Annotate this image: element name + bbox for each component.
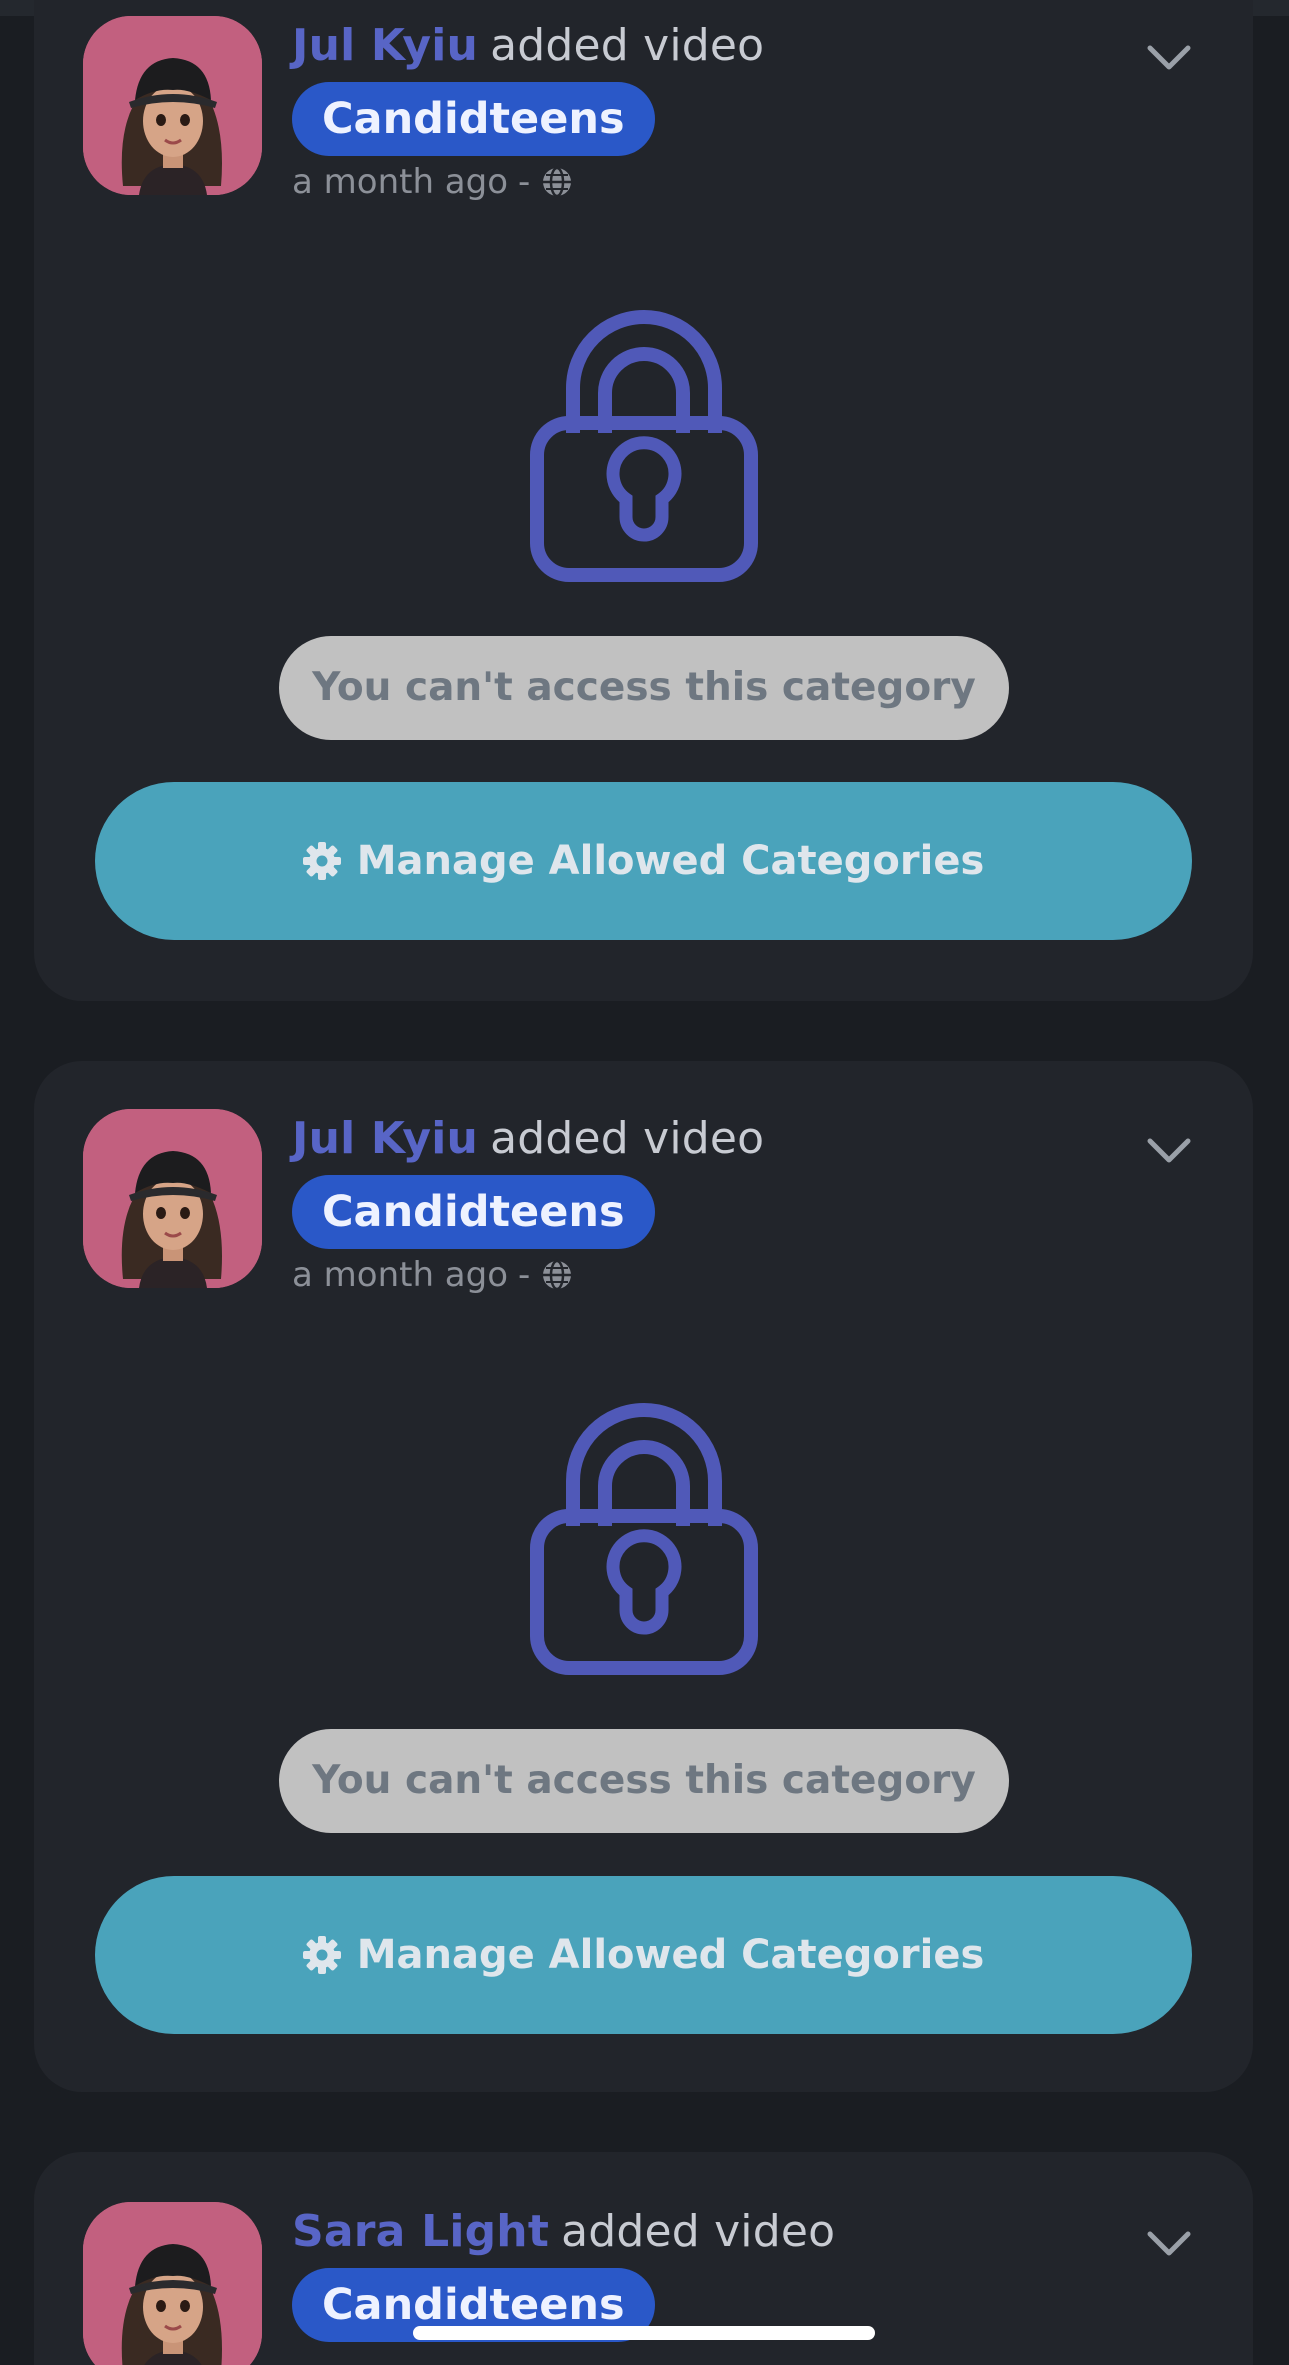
home-indicator[interactable] <box>413 2326 875 2340</box>
manage-button-label: Manage Allowed Categories <box>356 1932 985 1978</box>
manage-allowed-categories-button[interactable]: Manage Allowed Categories <box>95 782 1192 940</box>
category-badge[interactable]: Candidteens <box>292 82 655 156</box>
author-name-link[interactable]: Sara Light <box>292 2206 549 2257</box>
post-meta: a month ago - <box>292 1255 574 1295</box>
post-card: Jul Kyiu added video Candidteens a month … <box>34 0 1253 1001</box>
gear-icon <box>302 1936 341 1974</box>
meta-separator: - <box>518 1255 531 1295</box>
post-headline: Sara Light added video <box>292 2206 835 2258</box>
post-timestamp: a month ago <box>292 1255 509 1295</box>
post-timestamp: a month ago <box>292 162 509 202</box>
post-action-text: added video <box>561 2206 836 2257</box>
manage-button-label: Manage Allowed Categories <box>356 838 985 884</box>
chevron-down-icon[interactable] <box>1146 2230 1192 2258</box>
activity-feed[interactable]: Jul Kyiu added video Candidteens a month … <box>0 0 1289 2365</box>
post-card: Jul Kyiu added video Candidteens a month … <box>34 1061 1253 2092</box>
author-name-link[interactable]: Jul Kyiu <box>292 20 478 71</box>
category-badge[interactable]: Candidteens <box>292 1175 655 1249</box>
post-action-text: added video <box>490 1113 765 1164</box>
chevron-down-icon[interactable] <box>1146 1137 1192 1165</box>
author-name-link[interactable]: Jul Kyiu <box>292 1113 478 1164</box>
avatar[interactable] <box>83 2202 262 2365</box>
post-headline: Jul Kyiu added video <box>292 20 764 72</box>
post-action-text: added video <box>490 20 765 71</box>
memoji-avatar-image <box>83 2202 262 2365</box>
lock-icon <box>529 303 759 583</box>
avatar[interactable] <box>83 1109 262 1288</box>
access-denied-notice: You can't access this category <box>279 636 1009 740</box>
lock-icon <box>529 1396 759 1676</box>
globe-icon <box>543 166 572 198</box>
chevron-down-icon[interactable] <box>1146 44 1192 72</box>
feed-screen: Jul Kyiu added video Candidteens a month … <box>0 0 1289 2365</box>
post-meta: a month ago - <box>292 162 574 202</box>
avatar[interactable] <box>83 16 262 195</box>
gear-icon <box>302 842 341 880</box>
access-denied-notice: You can't access this category <box>279 1729 1009 1833</box>
memoji-avatar-image <box>83 1109 262 1288</box>
globe-icon <box>543 1259 572 1291</box>
manage-allowed-categories-button[interactable]: Manage Allowed Categories <box>95 1876 1192 2034</box>
memoji-avatar-image <box>83 16 262 195</box>
meta-separator: - <box>518 162 531 202</box>
post-headline: Jul Kyiu added video <box>292 1113 764 1165</box>
